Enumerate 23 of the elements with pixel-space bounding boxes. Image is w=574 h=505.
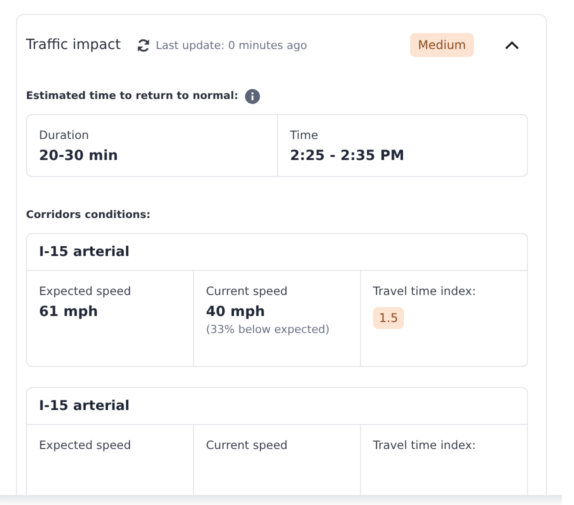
- metric-label: Duration: [39, 128, 90, 142]
- metric-label: Current speed: [206, 284, 289, 298]
- metric-value: 2:25 - 2:35 PM: [290, 148, 406, 164]
- severity-badge: Medium: [410, 33, 474, 57]
- metric-value: 61 mph: [39, 304, 99, 320]
- info-icon[interactable]: [245, 88, 260, 104]
- metric-label: Current speed: [206, 438, 289, 452]
- metric-note: (33% below expected): [206, 323, 331, 336]
- panel-title: Traffic impact: [26, 37, 121, 53]
- metric-label: Travel time index:: [373, 284, 477, 298]
- section-label: Corridors conditions:: [26, 209, 150, 221]
- update-time: Last update: 0 minutes ago: [156, 38, 308, 52]
- metric-label: Expected speed: [39, 284, 132, 298]
- index-badge: 1.5: [373, 307, 404, 329]
- metric-label: Time: [290, 128, 320, 142]
- refresh-icon[interactable]: [136, 38, 151, 52]
- metric-label: Travel time index:: [373, 438, 477, 452]
- metric-label: Expected speed: [39, 438, 132, 452]
- metric-value: 20-30 min: [39, 148, 120, 164]
- section-label: Estimated time to return to normal:: [26, 90, 238, 102]
- corridor-name: I-15 arterial: [27, 388, 527, 425]
- corridor-name: I-15 arterial: [27, 234, 527, 271]
- metric-value: 40 mph: [206, 304, 266, 320]
